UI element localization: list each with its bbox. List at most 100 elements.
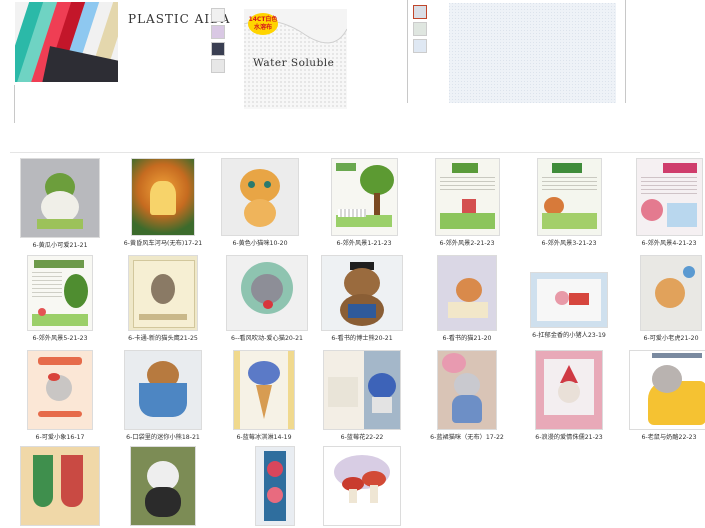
product-image xyxy=(434,158,500,236)
product-image xyxy=(130,446,196,526)
cat-head xyxy=(454,373,480,397)
product-card[interactable] xyxy=(226,446,324,528)
roses xyxy=(442,353,466,373)
thumbnail-strip-2 xyxy=(413,5,427,56)
product-caption: 6-看书的猫21-20 xyxy=(442,335,492,342)
product-card[interactable]: 6-蓝莓冰淇淋14-19 xyxy=(215,350,313,441)
product-caption: 6-浪漫的爱情侏儒21-23 xyxy=(535,434,603,441)
thumbnail[interactable] xyxy=(211,8,225,22)
cat-eye xyxy=(248,181,255,188)
product-card[interactable]: 6-看书的博士熊20-21 xyxy=(313,255,411,342)
flower-bouquet xyxy=(640,199,663,221)
hippo-windmill xyxy=(150,181,176,215)
fence xyxy=(337,209,366,217)
pot xyxy=(372,397,392,413)
korean-title-art xyxy=(551,163,582,173)
mouse xyxy=(652,365,682,393)
product-card[interactable]: 6-郊外风景3-21-23 xyxy=(520,158,618,247)
plastic-aida-swatch-image[interactable] xyxy=(15,2,118,82)
product-card[interactable]: 6--看风吹动-爱心猫20-21 xyxy=(218,255,316,342)
product-image xyxy=(635,158,703,236)
water-soluble-badge: 14CT白色 水溶布 xyxy=(248,13,278,35)
thumbnail[interactable] xyxy=(211,42,225,56)
product-card[interactable]: 6-蓝莓花22-22 xyxy=(313,350,411,441)
stocking-green xyxy=(33,455,53,507)
product-caption: 6-蓝莓花22-22 xyxy=(340,434,384,441)
gnome-beard xyxy=(558,381,580,403)
product-card[interactable] xyxy=(11,446,109,528)
korean-title-art xyxy=(34,260,84,268)
product-card[interactable] xyxy=(313,446,411,528)
book xyxy=(348,304,376,318)
product-card[interactable]: 6-可爱小老虎21-20 xyxy=(622,255,705,342)
product-image xyxy=(233,350,295,430)
product-card[interactable]: 6-老鼠与奶酪22-23 xyxy=(620,350,705,441)
heart xyxy=(263,300,273,309)
product-image xyxy=(535,350,603,430)
water-soluble-label: Water Soluble xyxy=(253,57,335,69)
product-card[interactable]: 6-浪漫的爱情侏儒21-23 xyxy=(520,350,618,441)
product-caption: 6-郊外风景3-21-23 xyxy=(541,240,597,247)
product-caption: 6-老鼠与奶酪22-23 xyxy=(641,434,697,441)
product-caption: 6-黄色小猫咪10-20 xyxy=(232,240,288,247)
korean-title-art xyxy=(335,163,356,171)
product-card[interactable]: 6-郊外风景1-21-23 xyxy=(315,158,413,247)
rose xyxy=(267,487,283,503)
product-card[interactable]: 6-可爱小象16-17 xyxy=(11,350,109,441)
bird xyxy=(683,266,695,278)
ice-cream-cone xyxy=(256,385,272,419)
product-image xyxy=(323,446,401,526)
thumbnail[interactable] xyxy=(211,25,225,39)
product-card[interactable]: 6-蓝裙猫咪（无布）17-22 xyxy=(418,350,516,441)
book xyxy=(448,302,488,318)
product-card[interactable]: 6-扛郁金香的小猪人23-19 xyxy=(520,272,618,339)
divider-line xyxy=(625,0,626,103)
product-caption: 6--看风吹动-爱心猫20-21 xyxy=(231,335,303,342)
product-image xyxy=(330,158,398,236)
bluebell-flowers xyxy=(368,373,396,399)
rose xyxy=(267,461,283,477)
tulips xyxy=(569,293,589,305)
product-image xyxy=(124,350,202,430)
product-caption: 6-黄瓜小可爱21-21 xyxy=(32,242,88,249)
meadow xyxy=(439,213,495,229)
product-card[interactable]: 6-口袋里的迷你小熊18-21 xyxy=(114,350,212,441)
elephant-hat xyxy=(48,373,60,381)
product-card[interactable]: 6-郊外风景4-21-23 xyxy=(620,158,705,247)
product-caption: 6-蓝裙猫咪（无布）17-22 xyxy=(430,434,504,441)
owl xyxy=(151,274,175,304)
product-image xyxy=(629,350,705,430)
product-caption: 6-郊外风景5-21-23 xyxy=(32,335,88,342)
product-image xyxy=(20,158,100,238)
product-image xyxy=(27,255,93,331)
product-image xyxy=(221,158,299,236)
white-cloth-image[interactable] xyxy=(449,3,616,103)
thumbnail[interactable] xyxy=(413,39,427,53)
product-card[interactable]: 6-黄瓜小可爱21-21 xyxy=(11,158,109,249)
script-title-art xyxy=(38,357,82,365)
product-image xyxy=(437,350,497,430)
product-card[interactable]: 6-卡通-新的猫头鹰21-25 xyxy=(114,255,212,342)
thumbnail[interactable] xyxy=(413,5,427,19)
thumbnail[interactable] xyxy=(211,59,225,73)
product-caption: 6-黄昏风车河马(无布)17-21 xyxy=(123,240,203,247)
product-card[interactable]: 6-黄色小猫咪10-20 xyxy=(211,158,309,247)
poem-text-art xyxy=(439,175,495,193)
signature-art xyxy=(38,411,82,417)
tree xyxy=(64,274,88,308)
pattern-cover xyxy=(328,377,358,407)
cat-eye xyxy=(264,181,271,188)
product-card[interactable]: 6-看书的猫21-20 xyxy=(418,255,516,342)
product-card[interactable]: 6-郊外风景5-21-23 xyxy=(11,255,109,342)
product-caption: 6-郊外风景4-21-23 xyxy=(641,240,697,247)
mushroom-stem xyxy=(370,485,378,503)
product-image xyxy=(131,158,195,236)
product-caption: 6-口袋里的迷你小熊18-21 xyxy=(126,434,200,441)
product-card[interactable]: 6-郊外风景2-21-23 xyxy=(418,158,516,247)
product-card[interactable]: 6-黄昏风车河马(无布)17-21 xyxy=(114,158,212,247)
product-card[interactable] xyxy=(114,446,212,528)
meadow xyxy=(541,213,597,229)
cat-head xyxy=(240,169,280,203)
tree-canopy xyxy=(359,165,394,195)
thumbnail[interactable] xyxy=(413,22,427,36)
